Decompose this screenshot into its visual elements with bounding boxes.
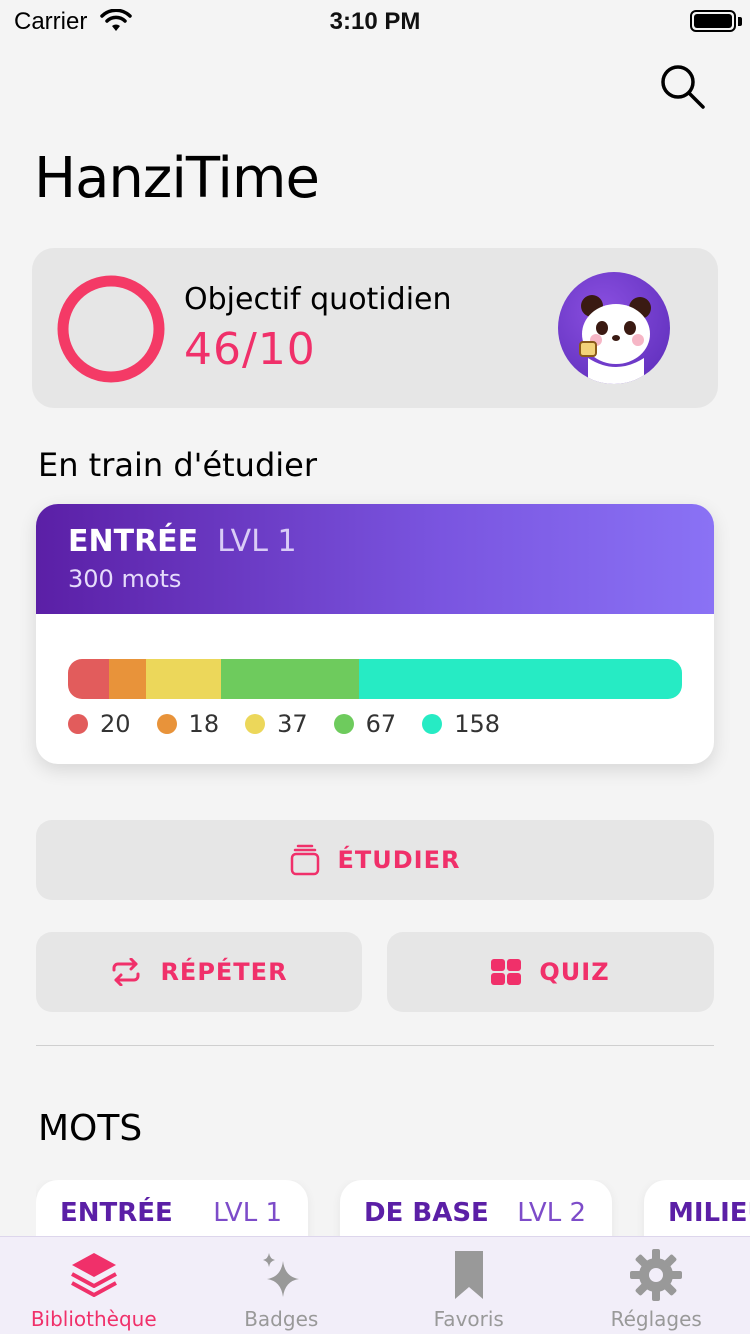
app-title: HanziTime	[34, 146, 320, 211]
legend-value: 20	[100, 710, 131, 738]
level-header: ENTRÉE LVL 1 300 mots	[36, 504, 714, 614]
tab-bar: Bibliothèque Badges Favoris Réglages	[0, 1236, 750, 1334]
goal-value: 46/10	[184, 324, 316, 375]
mastery-progress-bar	[68, 659, 682, 699]
tab-badges[interactable]: Badges	[188, 1237, 376, 1334]
search-icon[interactable]	[656, 60, 708, 112]
word-level-name: MILIEU	[668, 1198, 750, 1228]
legend-value: 67	[365, 710, 397, 738]
word-level-card[interactable]: MILIEU	[644, 1180, 750, 1240]
legend-dot	[68, 714, 88, 734]
mastery-segment	[108, 659, 146, 699]
cards-icon	[290, 844, 319, 876]
gear-icon	[630, 1249, 683, 1301]
current-level-card[interactable]: ENTRÉE LVL 1 300 mots 20 18 37 67 158	[36, 504, 714, 764]
mastery-segment	[221, 659, 359, 699]
mastery-segment	[68, 659, 109, 699]
bookmark-icon	[454, 1251, 483, 1299]
level-name: ENTRÉE	[68, 524, 199, 559]
study-button[interactable]: ÉTUDIER	[36, 820, 714, 900]
repeat-button-label: RÉPÉTER	[160, 958, 288, 986]
legend-item: 67	[333, 710, 397, 738]
legend-dot	[422, 714, 443, 734]
level-word-count: 300 mots	[68, 565, 182, 593]
mastery-segment	[145, 659, 222, 699]
sparkles-icon	[263, 1253, 300, 1297]
repeat-icon	[112, 958, 140, 986]
word-level-carousel[interactable]: ENTRÉE LVL 1 DE BASE LVL 2 MILIEU	[36, 1180, 750, 1240]
battery-icon	[690, 10, 736, 32]
study-button-label: ÉTUDIER	[337, 846, 461, 874]
goal-label: Objectif quotidien	[184, 282, 452, 317]
grid-icon	[491, 959, 522, 985]
stack-icon	[70, 1253, 117, 1297]
words-section-title: MOTS	[38, 1108, 143, 1149]
legend-dot	[245, 714, 266, 734]
daily-goal-card[interactable]: Objectif quotidien 46/10	[32, 248, 718, 408]
legend-item: 18	[156, 710, 220, 738]
word-level-number: LVL 1	[213, 1198, 282, 1228]
tab-label: Réglages	[610, 1307, 702, 1331]
panda-mascot-avatar[interactable]	[558, 272, 670, 384]
word-level-card[interactable]: DE BASE LVL 2	[340, 1180, 612, 1240]
clock: 3:10 PM	[329, 8, 421, 35]
legend-item: 158	[422, 710, 500, 738]
level-number: LVL 1	[217, 524, 297, 559]
tab-favorites[interactable]: Favoris	[375, 1237, 563, 1334]
word-level-name: DE BASE	[364, 1198, 489, 1228]
goal-progress-ring	[57, 275, 165, 383]
tab-library[interactable]: Bibliothèque	[0, 1237, 188, 1334]
repeat-button[interactable]: RÉPÉTER	[36, 932, 362, 1012]
studying-section-title: En train d'étudier	[38, 446, 317, 484]
legend-dot	[333, 714, 354, 734]
word-level-name: ENTRÉE	[60, 1198, 173, 1228]
legend-item: 20	[68, 710, 131, 738]
legend-value: 158	[454, 710, 500, 738]
tab-label: Bibliothèque	[30, 1307, 157, 1331]
quiz-button-label: QUIZ	[539, 958, 610, 986]
legend-dot	[156, 714, 177, 734]
status-bar: Carrier 3:10 PM	[0, 0, 750, 42]
legend-value: 18	[188, 710, 220, 738]
tab-label: Badges	[244, 1307, 319, 1331]
word-level-card[interactable]: ENTRÉE LVL 1	[36, 1180, 308, 1240]
mastery-legend: 20 18 37 67 158	[68, 710, 526, 738]
tab-label: Favoris	[433, 1307, 504, 1331]
word-level-number: LVL 2	[517, 1198, 586, 1228]
legend-item: 37	[245, 710, 308, 738]
legend-value: 37	[277, 710, 308, 738]
quiz-button[interactable]: QUIZ	[387, 932, 714, 1012]
divider	[36, 1045, 714, 1046]
mastery-segment	[358, 659, 682, 699]
tab-settings[interactable]: Réglages	[563, 1237, 750, 1334]
